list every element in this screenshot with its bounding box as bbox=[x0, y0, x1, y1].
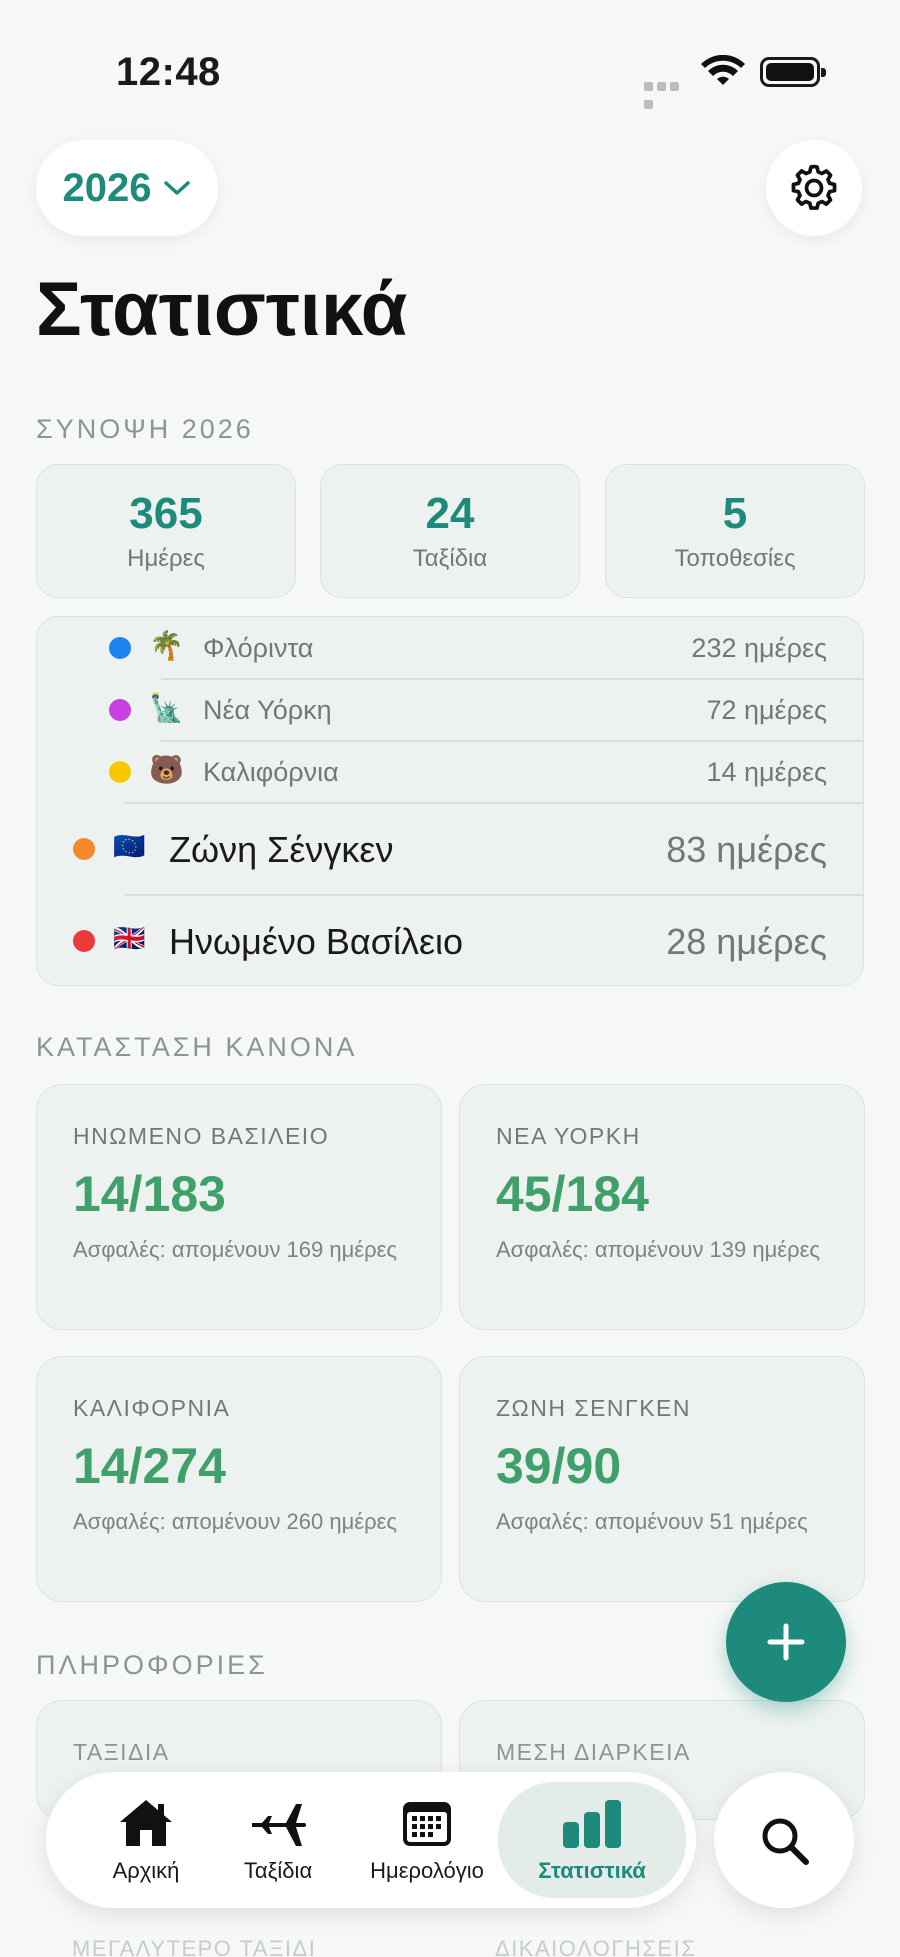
tab-calendar[interactable]: Ημερολόγιο bbox=[352, 1772, 502, 1908]
info-heading-justifications: ΔΙΚΑΙΟΛΟΓΗΣΕΙΣ bbox=[495, 1936, 697, 1957]
battery-icon bbox=[760, 57, 826, 87]
rule-value: 14/274 bbox=[73, 1438, 226, 1494]
color-dot bbox=[109, 699, 131, 721]
list-item-florida[interactable]: 🌴 Φλόριντα 232 ημέρες bbox=[37, 617, 863, 679]
search-icon bbox=[762, 1818, 809, 1865]
rule-heading: ΚΑΛΙΦΟΡΝΙΑ bbox=[73, 1395, 231, 1421]
rule-status: Ασφαλές: απομένουν 139 ημέρες bbox=[496, 1237, 821, 1262]
location-days: 83 ημέρες bbox=[666, 829, 827, 870]
palm-tree-icon: 🌴 bbox=[149, 630, 184, 661]
year-label: 2026 bbox=[62, 165, 152, 210]
tab-trips[interactable]: Ταξίδια bbox=[218, 1772, 338, 1908]
calendar-icon bbox=[403, 1802, 451, 1846]
wifi-icon bbox=[701, 55, 745, 85]
location-name: Καλιφόρνια bbox=[203, 757, 339, 787]
color-dot bbox=[109, 637, 131, 659]
info-heading: ΤΑΞΙΔΙΑ bbox=[73, 1739, 170, 1765]
house-icon bbox=[120, 1800, 172, 1846]
summary-card-locations: 5 Τοποθεσίες bbox=[605, 464, 865, 598]
rule-value: 45/184 bbox=[496, 1166, 649, 1222]
chevron-down-icon bbox=[164, 181, 191, 195]
statue-of-liberty-icon: 🗽 bbox=[149, 692, 184, 723]
summary-value: 365 bbox=[129, 489, 203, 538]
location-name: Ηνωμένο Βασίλειο bbox=[169, 921, 464, 962]
locations-list: 🌴 Φλόριντα 232 ημέρες 🗽 Νέα Υόρκη 72 ημέ… bbox=[36, 616, 864, 986]
tab-label: Αρχική bbox=[112, 1858, 180, 1883]
info-heading: ΜΕΣΗ ΔΙΑΡΚΕΙΑ bbox=[496, 1739, 691, 1765]
location-days: 72 ημέρες bbox=[706, 695, 827, 725]
rule-status: Ασφαλές: απομένουν 169 ημέρες bbox=[73, 1237, 398, 1262]
summary-label: Τοποθεσίες bbox=[674, 545, 796, 572]
rule-card-uk[interactable]: ΗΝΩΜΕΝΟ ΒΑΣΙΛΕΙΟ 14/183 Ασφαλές: απομένο… bbox=[36, 1084, 442, 1330]
page-title: Στατιστικά bbox=[36, 267, 408, 352]
color-dot bbox=[109, 761, 131, 783]
tab-label: Ταξίδια bbox=[243, 1858, 313, 1883]
list-item-new-york[interactable]: 🗽 Νέα Υόρκη 72 ημέρες bbox=[37, 679, 863, 741]
location-name: Φλόριντα bbox=[203, 633, 314, 663]
year-selector-button[interactable]: 2026 bbox=[36, 140, 218, 236]
cellular-icon bbox=[644, 78, 692, 109]
search-button[interactable] bbox=[714, 1772, 854, 1908]
add-trip-button[interactable] bbox=[726, 1582, 846, 1702]
list-item-schengen[interactable]: 🇪🇺 Ζώνη Σένγκεν 83 ημέρες bbox=[37, 803, 863, 895]
tab-label: Ημερολόγιο bbox=[370, 1858, 484, 1883]
location-name: Νέα Υόρκη bbox=[203, 695, 332, 725]
info-heading-longest-trip: ΜΕΓΑΛΥΤΕΡΟ ΤΑΞΙΔΙ bbox=[72, 1936, 317, 1957]
summary-value: 24 bbox=[425, 489, 475, 538]
plus-icon bbox=[767, 1623, 805, 1661]
location-days: 28 ημέρες bbox=[666, 921, 827, 962]
summary-label: Ταξίδια bbox=[412, 545, 488, 572]
rule-value: 14/183 bbox=[73, 1166, 226, 1222]
eu-flag-icon: 🇪🇺 bbox=[113, 831, 146, 861]
chart-icon bbox=[563, 1800, 621, 1848]
rule-card-schengen[interactable]: ΖΩΝΗ ΣΕΝΓΚΕΝ 39/90 Ασφαλές: απομένουν 51… bbox=[459, 1356, 865, 1602]
location-days: 232 ημέρες bbox=[691, 633, 827, 663]
bear-icon: 🐻 bbox=[149, 754, 184, 785]
summary-card-trips: 24 Ταξίδια bbox=[320, 464, 580, 598]
rule-heading: ΖΩΝΗ ΣΕΝΓΚΕΝ bbox=[496, 1395, 691, 1421]
rule-status: Ασφαλές: απομένουν 260 ημέρες bbox=[73, 1509, 398, 1534]
location-name: Ζώνη Σένγκεν bbox=[169, 829, 394, 870]
rules-section-title: ΚΑΤΑΣΤΑΣΗ ΚΑΝΟΝΑ bbox=[36, 1032, 358, 1062]
rule-card-new-york[interactable]: ΝΕΑ ΥΟΡΚΗ 45/184 Ασφαλές: απομένουν 139 … bbox=[459, 1084, 865, 1330]
rule-status: Ασφαλές: απομένουν 51 ημέρες bbox=[496, 1509, 808, 1534]
settings-button[interactable] bbox=[766, 140, 862, 236]
info-section-title: ΠΛΗΡΟΦΟΡΙΕΣ bbox=[36, 1650, 268, 1680]
tab-label: Στατιστικά bbox=[538, 1858, 646, 1883]
list-item-uk[interactable]: 🇬🇧 Ηνωμένο Βασίλειο 28 ημέρες bbox=[37, 895, 863, 985]
airplane-icon bbox=[252, 1804, 306, 1846]
rule-heading: ΗΝΩΜΕΝΟ ΒΑΣΙΛΕΙΟ bbox=[73, 1123, 330, 1149]
color-dot bbox=[73, 838, 95, 860]
tab-statistics[interactable]: Στατιστικά bbox=[498, 1782, 686, 1898]
list-item-california[interactable]: 🐻 Καλιφόρνια 14 ημέρες bbox=[37, 741, 863, 803]
tab-bar: Αρχική Ταξίδια Ημερολόγιο Στατιστικά bbox=[46, 1772, 696, 1908]
summary-value: 5 bbox=[722, 489, 748, 538]
uk-flag-icon: 🇬🇧 bbox=[113, 923, 146, 953]
rule-value: 39/90 bbox=[496, 1438, 622, 1494]
summary-card-days: 365 Ημέρες bbox=[36, 464, 296, 598]
summary-label: Ημέρες bbox=[127, 545, 205, 572]
status-time: 12:48 bbox=[116, 50, 221, 94]
tab-home[interactable]: Αρχική bbox=[86, 1772, 206, 1908]
summary-section-title: ΣΥΝΟΨΗ 2026 bbox=[36, 414, 254, 444]
location-days: 14 ημέρες bbox=[706, 757, 827, 787]
gear-icon bbox=[791, 164, 837, 210]
color-dot bbox=[73, 930, 95, 952]
rule-heading: ΝΕΑ ΥΟΡΚΗ bbox=[496, 1123, 641, 1149]
rule-card-california[interactable]: ΚΑΛΙΦΟΡΝΙΑ 14/274 Ασφαλές: απομένουν 260… bbox=[36, 1356, 442, 1602]
